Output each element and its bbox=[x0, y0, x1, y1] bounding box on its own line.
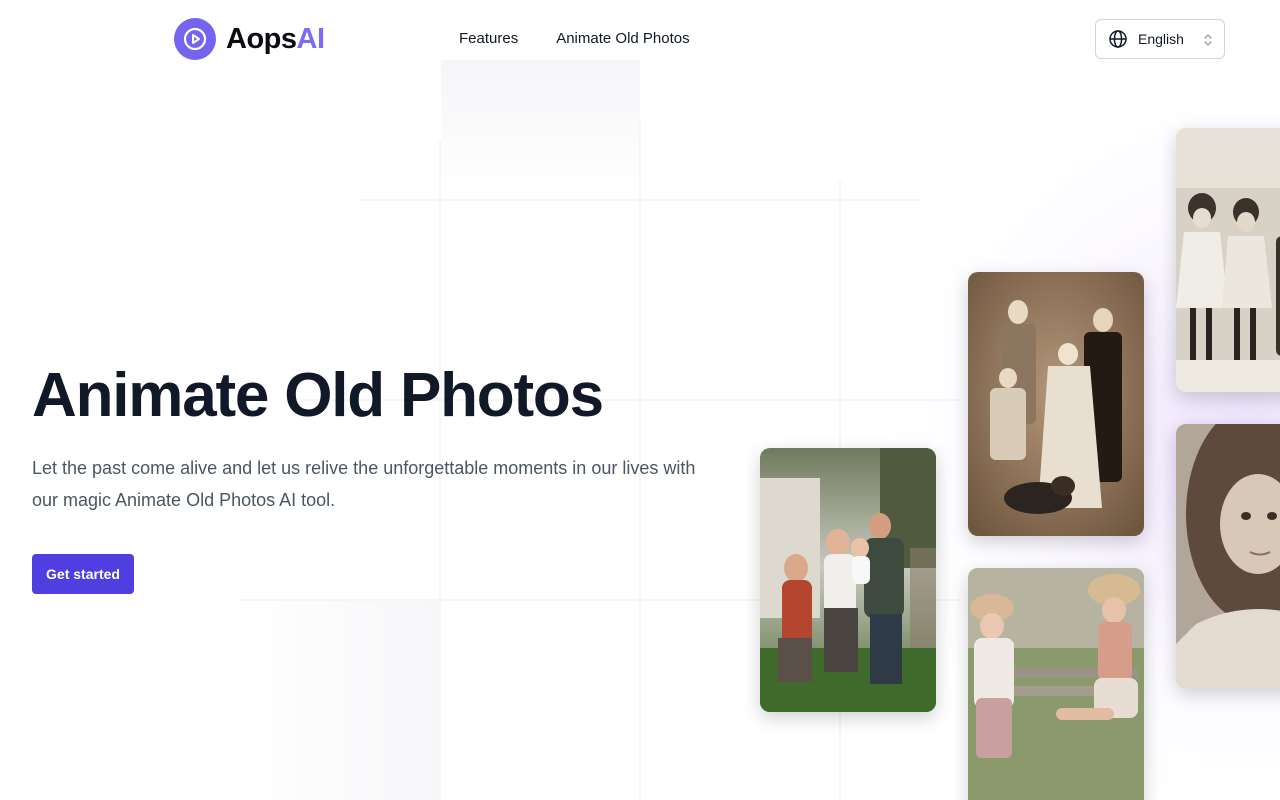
main-nav: Features Animate Old Photos bbox=[459, 30, 690, 47]
language-select[interactable]: English bbox=[1095, 19, 1225, 59]
play-icon bbox=[174, 18, 216, 60]
gallery-photo-girls-bench bbox=[968, 568, 1144, 800]
get-started-button[interactable]: Get started bbox=[32, 554, 134, 594]
background-fade-square bbox=[441, 60, 640, 200]
background-fade-square bbox=[240, 600, 440, 800]
globe-icon bbox=[1109, 30, 1127, 48]
hero-title: Animate Old Photos bbox=[32, 361, 604, 430]
gallery-photo-sepia-family bbox=[968, 272, 1144, 536]
nav-link-features[interactable]: Features bbox=[459, 30, 518, 47]
logo-text: AopsAI bbox=[226, 23, 325, 56]
hero-description: Let the past come alive and let us reliv… bbox=[32, 458, 696, 510]
language-select-value: English bbox=[1138, 31, 1184, 47]
logo-link[interactable]: AopsAI bbox=[174, 18, 325, 60]
page: AopsAI Features Animate Old Photos Engli… bbox=[0, 0, 1280, 800]
gallery-photo-children-group bbox=[1176, 128, 1280, 392]
chevron-up-down-icon bbox=[1204, 34, 1212, 46]
gallery-photo-family-garden bbox=[760, 448, 936, 712]
logo-name-accent: AI bbox=[296, 22, 326, 55]
gallery-photo-girl-portrait bbox=[1176, 424, 1280, 688]
logo-name: Aops bbox=[226, 22, 297, 55]
nav-link-animate-old-photos[interactable]: Animate Old Photos bbox=[556, 30, 689, 47]
site-header: AopsAI Features Animate Old Photos Engli… bbox=[0, 0, 1280, 80]
